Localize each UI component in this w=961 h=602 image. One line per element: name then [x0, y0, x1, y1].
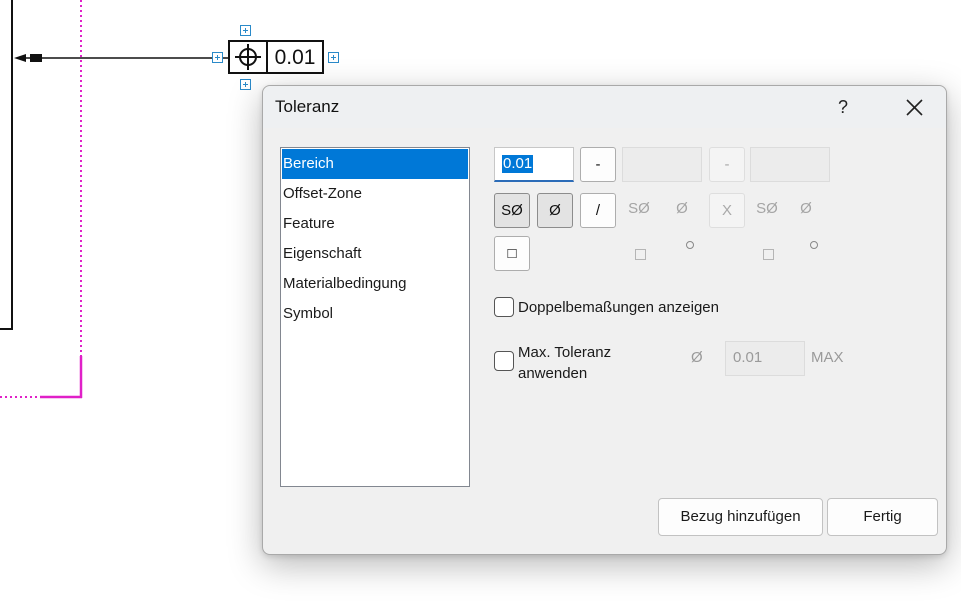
diameter-option-2[interactable]: Ø [791, 200, 821, 217]
position-symbol-icon [230, 42, 268, 72]
list-item-offset-zone[interactable]: Offset-Zone [282, 179, 468, 209]
list-item-eigenschaft[interactable]: Eigenschaft [282, 239, 468, 269]
list-item-materialbedingung[interactable]: Materialbedingung [282, 269, 468, 299]
list-item-feature[interactable]: Feature [282, 209, 468, 239]
category-list[interactable]: Bereich Offset-Zone Feature Eigenschaft … [280, 147, 470, 487]
max-tolerance-value: 0.01 [733, 349, 763, 366]
spherical-diameter-option[interactable]: SØ [624, 200, 654, 217]
done-button[interactable]: Fertig [827, 498, 938, 536]
max-tolerance-input[interactable]: 0.01 [725, 341, 805, 376]
max-tolerance-label-line2: anwenden [518, 365, 588, 382]
dialog-title: Toleranz [275, 97, 340, 116]
tolerance-dialog: Toleranz ? Bereich Offset-Zone Feature E… [262, 85, 947, 555]
diameter-button[interactable]: Ø [537, 193, 573, 228]
grip-handle[interactable] [212, 52, 223, 63]
minus-button-2[interactable]: - [709, 147, 745, 182]
max-unit-label: MAX [811, 349, 844, 366]
max-tolerance-label-line1: Max. Toleranz [518, 344, 612, 361]
help-button[interactable]: ? [823, 86, 863, 128]
dialog-titlebar[interactable]: Toleranz ? [263, 86, 946, 128]
close-icon [906, 99, 923, 116]
grip-handle[interactable] [240, 79, 251, 90]
max-diameter-glyph: Ø [691, 349, 703, 366]
minus-button[interactable]: - [580, 147, 616, 182]
close-button[interactable] [891, 86, 937, 128]
feature-control-frame[interactable]: 0.01 [228, 40, 324, 74]
circle-option-icon[interactable] [686, 241, 694, 249]
tolerance-input-value: 0.01 [502, 155, 534, 173]
max-tolerance-checkbox[interactable] [494, 351, 514, 371]
grip-handle[interactable] [328, 52, 339, 63]
tolerance-input[interactable]: 0.01 [494, 147, 574, 182]
x-button[interactable]: X [709, 193, 745, 228]
leader-arrow [30, 54, 42, 62]
diameter-option[interactable]: Ø [667, 200, 697, 217]
list-item-symbol[interactable]: Symbol [282, 299, 468, 329]
leader-arrow [14, 54, 26, 62]
slash-button[interactable]: / [580, 193, 616, 228]
add-datum-button[interactable]: Bezug hinzufügen [658, 498, 823, 536]
square-button[interactable]: □ [494, 236, 530, 271]
circle-option-icon[interactable] [810, 241, 818, 249]
dual-dimension-label: Doppelbemaßungen anzeigen [518, 299, 719, 316]
square-option-icon[interactable] [635, 249, 646, 260]
dual-dimension-checkbox[interactable] [494, 297, 514, 317]
list-item-bereich[interactable]: Bereich [282, 149, 468, 179]
grip-handle[interactable] [240, 25, 251, 36]
spherical-diameter-button[interactable]: SØ [494, 193, 530, 228]
tolerance-input-3[interactable] [750, 147, 830, 182]
tolerance-input-2[interactable] [622, 147, 702, 182]
spherical-diameter-option-2[interactable]: SØ [752, 200, 782, 217]
fcf-tolerance-value: 0.01 [274, 46, 316, 69]
square-option-icon[interactable] [763, 249, 774, 260]
